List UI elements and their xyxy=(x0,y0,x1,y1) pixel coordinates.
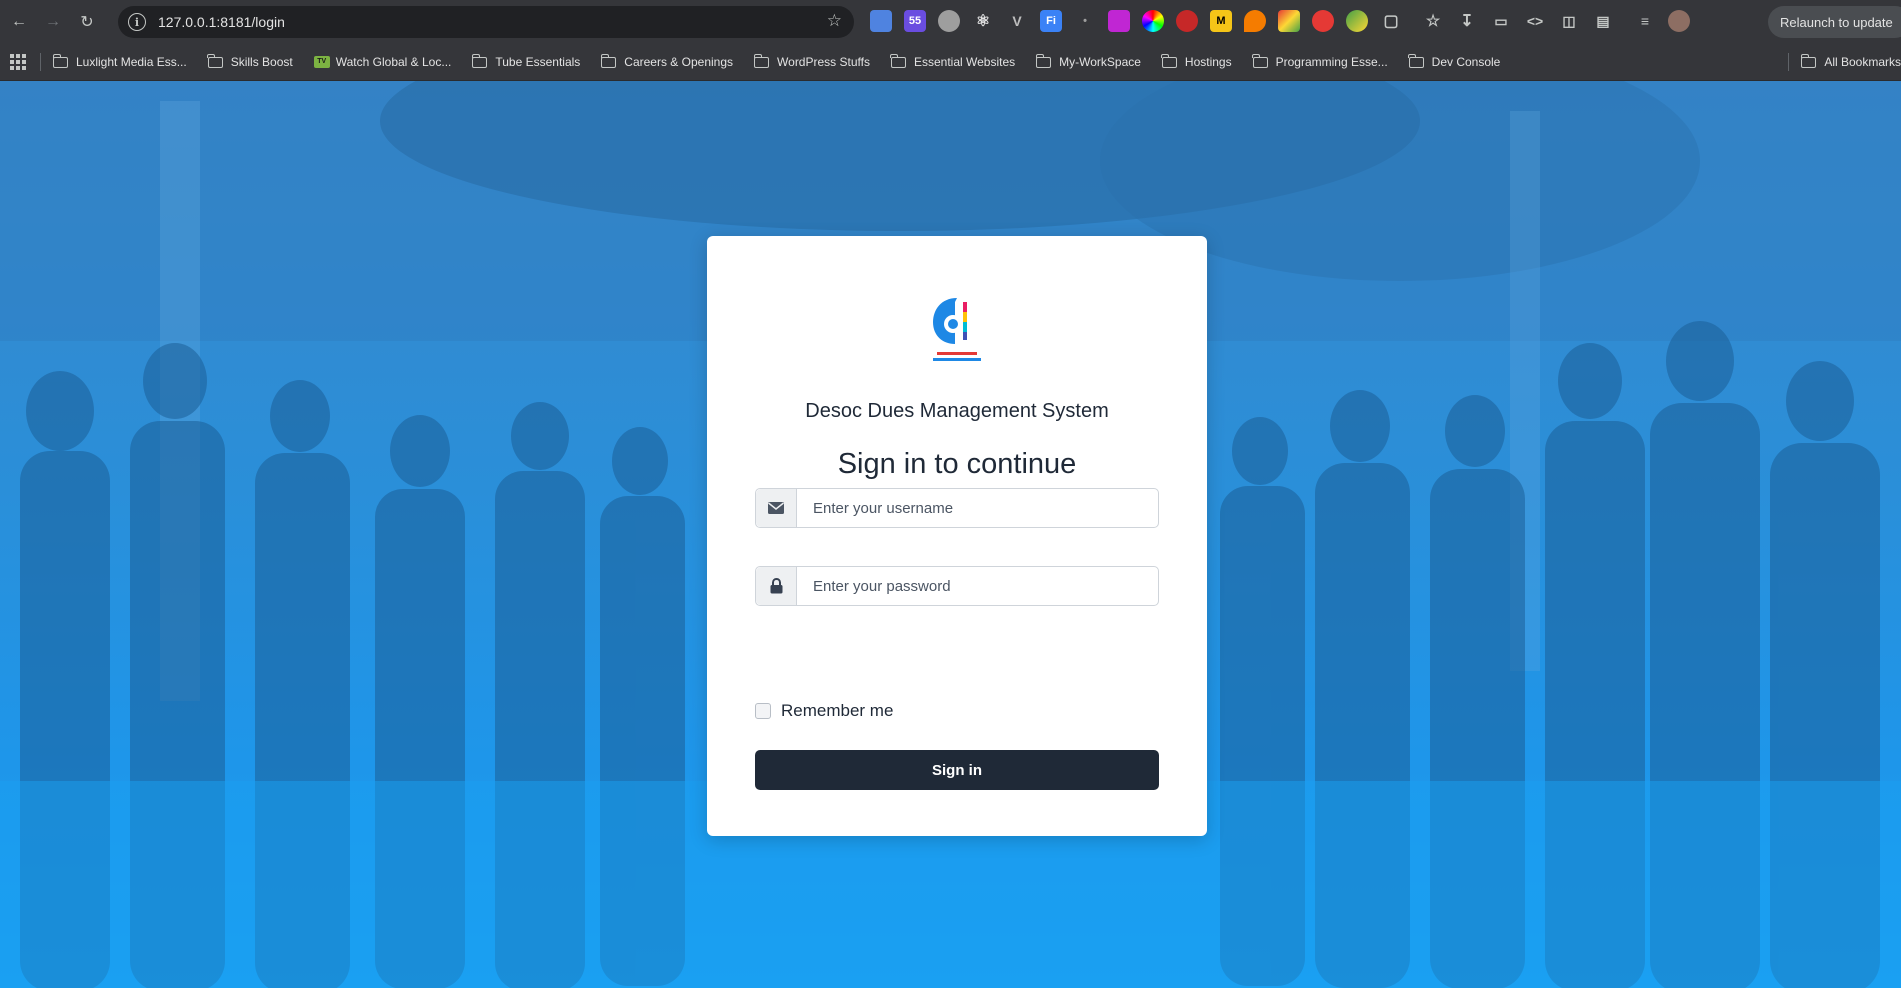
palette-ext-icon[interactable] xyxy=(1278,10,1300,32)
media-queue-icon[interactable]: ≡ xyxy=(1634,10,1656,32)
bookmark-folder[interactable]: My-WorkSpace xyxy=(1035,53,1141,69)
username-input[interactable] xyxy=(797,489,1158,527)
all-bookmarks-label: All Bookmarks xyxy=(1824,55,1901,69)
system-name: Desoc Dues Management System xyxy=(805,400,1109,422)
site-info-icon[interactable]: i xyxy=(128,13,146,31)
reading-star-icon[interactable]: ☆ xyxy=(1422,10,1444,32)
address-bar[interactable]: i 127.0.0.1:8181/login ☆ xyxy=(118,6,854,38)
back-button[interactable]: ← xyxy=(4,7,34,37)
folder-icon xyxy=(890,53,906,68)
folder-icon xyxy=(1035,53,1052,68)
login-card: Desoc Dues Management System Sign in to … xyxy=(707,236,1207,836)
bookmark-folder[interactable]: Hostings xyxy=(1161,53,1232,69)
bookmark-folder[interactable]: Essential Websites xyxy=(890,53,1016,69)
sign-in-button[interactable]: Sign in xyxy=(755,750,1159,790)
bookmark-star-icon[interactable]: ☆ xyxy=(827,11,842,31)
desoc-logo xyxy=(933,298,981,361)
bookmark-folder[interactable]: Tube Essentials xyxy=(471,53,581,69)
md-ext-icon[interactable]: M xyxy=(1210,10,1232,32)
login-page: Desoc Dues Management System Sign in to … xyxy=(0,81,1901,988)
folder-icon xyxy=(1800,53,1817,68)
toggl-ext-icon[interactable] xyxy=(1108,10,1130,32)
folder-icon xyxy=(1161,53,1177,68)
graph-ext-icon[interactable] xyxy=(1346,10,1368,32)
tv-icon: TV xyxy=(313,56,330,68)
bookmark-folder[interactable]: Programming Esse... xyxy=(1252,53,1388,69)
download-icon[interactable]: ↧ xyxy=(1456,10,1478,32)
bookmarks-divider xyxy=(40,53,41,71)
folder-icon xyxy=(753,53,770,68)
envelope-icon xyxy=(768,502,784,514)
puzzle-ext-icon[interactable]: ▢ xyxy=(1380,10,1402,32)
password-input[interactable] xyxy=(797,567,1158,605)
reading-mode-icon[interactable]: ▤ xyxy=(1592,10,1614,32)
folder-icon xyxy=(1408,53,1424,68)
username-field xyxy=(755,488,1159,528)
bookmark-label: Tube Essentials xyxy=(495,55,581,69)
bookmark-label: Essential Websites xyxy=(913,55,1016,69)
bookmark-label: Watch Global & Loc... xyxy=(335,55,452,69)
bookmark-label: My-WorkSpace xyxy=(1059,55,1141,69)
fi-ext-icon[interactable]: Fi xyxy=(1040,10,1062,32)
vue-ext-icon[interactable]: V xyxy=(1006,10,1028,32)
ss-ext-icon[interactable]: 55 xyxy=(904,10,926,32)
remember-me-label[interactable]: Remember me xyxy=(781,701,893,721)
forward-button[interactable]: → xyxy=(38,7,68,37)
folder-icon xyxy=(1252,53,1268,68)
username-addon xyxy=(756,489,797,527)
arrow-left-icon: ← xyxy=(11,13,27,30)
remember-me-checkbox[interactable] xyxy=(755,703,771,719)
url-text[interactable]: 127.0.0.1:8181/login xyxy=(158,14,285,30)
all-bookmarks[interactable]: All Bookmarks xyxy=(1788,44,1901,80)
color-ext-icon[interactable] xyxy=(1142,10,1164,32)
bookmark-label: Programming Esse... xyxy=(1275,55,1388,69)
bookmark-folder[interactable]: TV Watch Global & Loc... xyxy=(313,55,452,69)
cast-icon[interactable]: ▭ xyxy=(1490,10,1512,32)
bookmark-folder[interactable]: WordPress Stuffs xyxy=(753,53,870,69)
devices-icon[interactable]: ◫ xyxy=(1558,10,1580,32)
reload-icon: ↻ xyxy=(80,14,94,31)
relaunch-button[interactable]: Relaunch to update xyxy=(1768,6,1901,38)
browser-toolbar: ← → ↻ i 127.0.0.1:8181/login ☆ 55 ⚛ V Fi… xyxy=(0,0,1901,44)
ai-ext-icon[interactable]: • xyxy=(1074,10,1096,32)
profile-avatar-icon[interactable] xyxy=(1668,10,1690,32)
bookmark-label: Skills Boost xyxy=(230,55,293,69)
reload-button[interactable]: ↻ xyxy=(72,7,102,37)
extensions-bar: 55 ⚛ V Fi • M ▢ ☆ ↧ ▭ <> ◫ ▤ ≡ xyxy=(870,10,1690,32)
folder-icon xyxy=(207,53,223,68)
adblock-ext-icon[interactable] xyxy=(1312,10,1334,32)
bookmark-label: Careers & Openings xyxy=(624,55,734,69)
folder-icon xyxy=(471,53,488,68)
apps-grid-icon[interactable] xyxy=(10,54,26,70)
code-icon[interactable]: <> xyxy=(1524,10,1546,32)
fox-ext-icon[interactable] xyxy=(1176,10,1198,32)
arrow-right-icon: → xyxy=(45,13,61,30)
remember-me[interactable]: Remember me xyxy=(755,701,893,721)
bookmark-label: Luxlight Media Ess... xyxy=(76,55,187,69)
doc-ext-icon[interactable] xyxy=(870,10,892,32)
bookmarks-divider xyxy=(1788,53,1790,71)
bookmark-folder[interactable]: Careers & Openings xyxy=(600,53,734,69)
bookmarks-bar: Luxlight Media Ess... Skills Boost TV Wat… xyxy=(0,44,1901,81)
bookmark-label: Hostings xyxy=(1184,55,1232,69)
ghost-ext-icon[interactable] xyxy=(938,10,960,32)
bookmark-label: Dev Console xyxy=(1431,55,1501,69)
react-ext-icon[interactable]: ⚛ xyxy=(972,10,994,32)
lock-icon xyxy=(770,578,782,594)
bookmark-folder[interactable]: Dev Console xyxy=(1408,53,1501,69)
bookmark-label: WordPress Stuffs xyxy=(777,55,870,69)
page-title: Sign in to continue xyxy=(837,448,1077,480)
fire-ext-icon[interactable] xyxy=(1244,10,1266,32)
password-addon xyxy=(756,567,797,605)
password-field xyxy=(755,566,1159,606)
bookmark-folder[interactable]: Skills Boost xyxy=(207,53,293,69)
folder-icon xyxy=(52,53,68,68)
bookmark-folder[interactable]: Luxlight Media Ess... xyxy=(52,53,187,69)
folder-icon xyxy=(600,53,617,68)
